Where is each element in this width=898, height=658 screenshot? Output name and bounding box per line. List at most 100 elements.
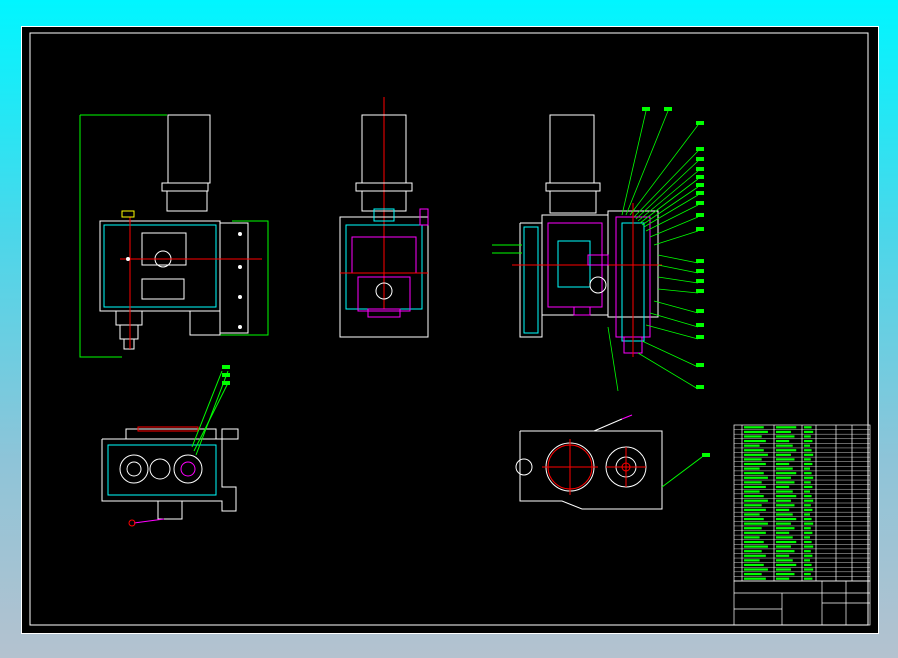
parts-list-cell-text bbox=[776, 472, 797, 475]
drawing-sheet bbox=[21, 26, 879, 634]
parts-list-cell-text bbox=[744, 540, 764, 544]
parts-list-cell-text bbox=[804, 573, 811, 576]
title-block bbox=[733, 580, 871, 626]
parts-list-cell-text bbox=[776, 540, 797, 544]
parts-list-cell-text bbox=[804, 577, 813, 580]
parts-list-cell-text bbox=[744, 508, 766, 511]
parts-list-cell-text bbox=[744, 504, 762, 507]
parts-list-cell-text bbox=[776, 563, 797, 567]
parts-list-cell-text bbox=[804, 540, 812, 544]
parts-list-cell-text bbox=[804, 513, 810, 516]
parts-list-cell-text bbox=[776, 435, 795, 438]
parts-list-cell-text bbox=[776, 568, 791, 571]
parts-list-cell-text bbox=[776, 485, 790, 489]
parts-list-cell-text bbox=[744, 430, 768, 433]
parts-list-cell-text bbox=[744, 462, 766, 466]
parts-list-cell-text bbox=[744, 531, 766, 534]
parts-list-cell-text bbox=[744, 517, 764, 521]
parts-list-cell-text bbox=[804, 472, 812, 475]
parts-list-cell-text bbox=[776, 467, 793, 470]
parts-list-cell-text bbox=[744, 577, 766, 580]
side-section-view bbox=[339, 97, 429, 338]
parts-list-cell-text bbox=[804, 458, 811, 461]
parts-list-cell-text bbox=[776, 545, 791, 548]
parts-list-cell-text bbox=[804, 559, 810, 562]
parts-list-cell-text bbox=[776, 513, 793, 516]
parts-list-cell-text bbox=[776, 517, 797, 521]
parts-list-cell-text bbox=[776, 458, 795, 461]
parts-list-cell-text bbox=[776, 444, 793, 447]
parts-list-cell-text bbox=[804, 435, 811, 438]
parts-list-cell-text bbox=[804, 545, 814, 548]
parts-list-cell-text bbox=[776, 554, 790, 557]
parts-list-cell-text bbox=[744, 435, 762, 438]
parts-list-cell-text bbox=[776, 439, 790, 443]
parts-list-cell-text bbox=[804, 439, 813, 443]
parts-list-cell-text bbox=[744, 458, 762, 461]
parts-list-cell-text bbox=[744, 513, 760, 516]
parts-list-cell-text bbox=[776, 430, 791, 433]
parts-list-cell-text bbox=[744, 573, 762, 576]
parts-list-cell-text bbox=[744, 485, 766, 489]
parts-list-cell-text bbox=[744, 522, 768, 525]
parts-list-cell-text bbox=[744, 545, 768, 548]
cad-drawing-canvas bbox=[29, 32, 871, 626]
parts-list-cell-text bbox=[776, 462, 790, 466]
parts-list-cell-text bbox=[804, 563, 812, 567]
parts-list-cell-text bbox=[804, 517, 812, 521]
parts-list-cell-text bbox=[804, 444, 810, 447]
parts-list-cell-text bbox=[776, 495, 797, 498]
parts-list-cell-text bbox=[744, 536, 760, 539]
parts-list-cell-text bbox=[804, 481, 811, 484]
parts-list-cell-text bbox=[804, 536, 810, 539]
parts-list-cell-text bbox=[804, 550, 811, 553]
parts-list-cell-text bbox=[744, 527, 762, 530]
parts-list-cell-text bbox=[744, 453, 768, 456]
parts-list-cell-text bbox=[744, 476, 768, 479]
parts-list-cell-text bbox=[776, 476, 791, 479]
parts-list-cell-text bbox=[744, 490, 760, 493]
parts-list-cell-text bbox=[744, 499, 768, 502]
front-view bbox=[79, 114, 269, 358]
parts-list-cell-text bbox=[776, 490, 793, 493]
parts-list-cell-text bbox=[744, 495, 764, 498]
parts-list-cell-text bbox=[776, 577, 790, 580]
parts-list-cell-text bbox=[776, 573, 795, 576]
parts-list-cell-text bbox=[776, 550, 795, 553]
top-section-view bbox=[101, 365, 239, 527]
parts-list-cell-text bbox=[744, 481, 762, 484]
parts-list-cell-text bbox=[804, 531, 813, 534]
parts-list-cell-text bbox=[776, 508, 790, 511]
parts-list-cell-text bbox=[804, 485, 813, 489]
parts-list-cell-text bbox=[776, 426, 797, 429]
parts-list-cell-text bbox=[776, 559, 793, 562]
parts-list-cell-text bbox=[776, 504, 795, 507]
parts-list-cell-text bbox=[776, 536, 793, 539]
parts-list-cell-text bbox=[744, 444, 760, 447]
parts-list-cell-text bbox=[744, 467, 760, 470]
parts-list-cell-text bbox=[776, 481, 795, 484]
parts-list-cell-text bbox=[804, 527, 811, 530]
parts-list-cell-text bbox=[776, 449, 797, 452]
parts-list-cell-text bbox=[804, 426, 812, 429]
parts-list-cell-text bbox=[776, 453, 791, 456]
parts-list-cell-text bbox=[804, 522, 814, 525]
parts-list-cell-text bbox=[804, 499, 814, 502]
parts-list-cell-text bbox=[804, 476, 814, 479]
parts-list-cell-text bbox=[804, 508, 813, 511]
parts-list-cell-text bbox=[804, 449, 812, 452]
parts-list-cell-text bbox=[744, 426, 764, 429]
parts-list-cell-text bbox=[804, 462, 813, 466]
parts-list-cell-text bbox=[776, 499, 791, 502]
parts-list-cell-text bbox=[744, 568, 768, 571]
parts-list-cell-text bbox=[744, 449, 764, 452]
parts-list-cell-text bbox=[804, 467, 810, 470]
parts-list-cell-text bbox=[776, 531, 790, 534]
parts-list-cell-text bbox=[804, 568, 814, 571]
parts-list-cell-text bbox=[744, 550, 762, 553]
parts-list-cell-text bbox=[744, 554, 766, 557]
parts-list-cell-text bbox=[744, 439, 766, 443]
balloon-number-marks bbox=[642, 107, 704, 389]
parts-list-cell-text bbox=[804, 430, 814, 433]
parts-list-cell-text bbox=[804, 495, 812, 498]
